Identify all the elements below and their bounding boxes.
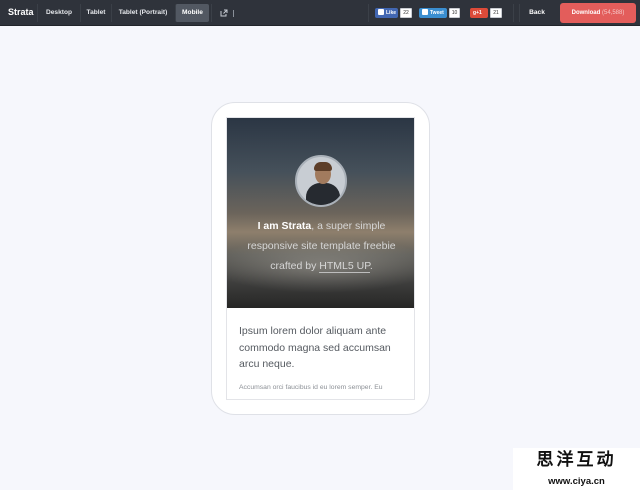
top-toolbar: Strata Desktop Tablet Tablet (Portrait) … xyxy=(0,0,640,26)
lead-paragraph: Ipsum lorem dolor aliquam ante commodo m… xyxy=(239,325,391,370)
mobile-preview-screen[interactable]: I am Strata, a super simple responsive s… xyxy=(226,117,415,400)
watermark-url: www.ciya.cn xyxy=(513,473,640,490)
brand-logo[interactable]: Strata xyxy=(8,7,34,17)
hero-text: I am Strata, a super simple responsive s… xyxy=(247,220,396,273)
html5up-link[interactable]: HTML5 UP xyxy=(319,260,370,273)
download-button[interactable]: Download (54,588) xyxy=(560,3,636,23)
tweet-button[interactable]: Tweet xyxy=(419,8,447,18)
body-paragraph: Accumsan orci faucibus id eu lorem sempe… xyxy=(239,384,383,391)
watermark-title: 思洋互动 xyxy=(513,448,640,473)
like-count: 22 xyxy=(400,8,412,18)
facebook-icon xyxy=(378,9,384,15)
back-button[interactable]: Back xyxy=(519,4,554,22)
nav-desktop[interactable]: Desktop xyxy=(37,4,80,22)
external-link-icon xyxy=(220,9,228,17)
twitter-icon xyxy=(422,9,428,15)
nav-mobile[interactable]: Mobile xyxy=(175,4,209,22)
avatar xyxy=(295,155,347,207)
tweet-count: 10 xyxy=(449,8,460,18)
google-plus-button[interactable]: g+1 xyxy=(470,8,488,18)
nav-tablet-portrait[interactable]: Tablet (Portrait) xyxy=(111,4,174,22)
open-external-button[interactable] xyxy=(211,4,241,22)
facebook-like-button[interactable]: Like xyxy=(375,8,398,18)
hero-banner: I am Strata, a super simple responsive s… xyxy=(227,118,414,308)
social-buttons: Like 22 Tweet 10 g+1 21 xyxy=(368,4,514,22)
separator xyxy=(233,10,234,17)
plus-count: 21 xyxy=(490,8,502,18)
nav-tablet[interactable]: Tablet xyxy=(80,4,111,22)
